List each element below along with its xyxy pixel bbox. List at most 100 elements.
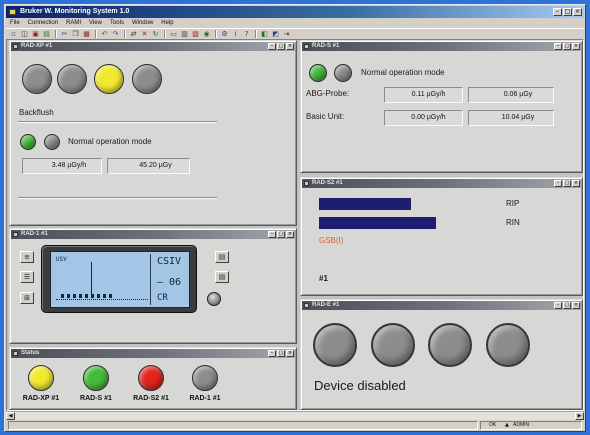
window-title-bar[interactable]: RAD-E #1 – □ × <box>302 301 581 310</box>
device-label[interactable]: RAD-1 #1 <box>177 394 233 403</box>
cut-icon[interactable]: ✂ <box>60 30 69 39</box>
list-icon[interactable]: ≡ <box>20 251 34 263</box>
minimize-button[interactable]: – <box>268 350 276 357</box>
scroll-right-icon[interactable]: ▶ <box>575 412 584 420</box>
indicator-lamp-3 <box>428 323 472 367</box>
copy-icon[interactable]: ❐ <box>71 30 80 39</box>
probe-window[interactable]: RAD-S #1 – □ × Normal operation mode ABG-P… <box>300 40 583 173</box>
maximize-button[interactable]: □ <box>277 43 285 50</box>
status-text: Normal operation mode <box>361 68 445 77</box>
tile-icon[interactable]: ◧ <box>260 30 269 39</box>
close-button[interactable]: × <box>572 43 580 50</box>
connect-icon[interactable]: ⇄ <box>129 30 138 39</box>
rin-level-fill <box>319 217 437 229</box>
close-button[interactable]: × <box>286 231 294 238</box>
device-lamp-4[interactable] <box>192 365 218 391</box>
maximize-button[interactable]: □ <box>563 43 571 50</box>
maximize-button[interactable]: □ <box>563 180 571 187</box>
close-button[interactable]: × <box>286 350 294 357</box>
device-label[interactable]: RAD-S #1 <box>68 394 124 403</box>
settings-icon[interactable]: ⚙ <box>220 30 229 39</box>
minimize-button[interactable]: – <box>268 43 276 50</box>
menu-item-connection[interactable]: Connection <box>28 18 58 28</box>
close-button[interactable]: × <box>572 302 580 309</box>
menu-item-file[interactable]: File <box>10 18 20 28</box>
menu-item-rami[interactable]: RAMI <box>66 18 81 28</box>
gsb-link[interactable]: GSB(I) <box>319 236 343 246</box>
indicator-lamp-4 <box>132 64 162 94</box>
redo-icon[interactable]: ↷ <box>111 30 120 39</box>
alarm-icon[interactable]: ◉ <box>202 30 211 39</box>
levels-window[interactable]: RAD-S2 #1 – □ × RIP RIN GSB(I) #1 <box>300 177 583 296</box>
dose-value: 45.20 µGy <box>107 158 190 174</box>
minimize-button[interactable]: – <box>554 43 562 50</box>
refresh-icon[interactable]: ↻ <box>151 30 160 39</box>
print-icon[interactable]: ▤ <box>42 30 51 39</box>
window-controls: – □ × <box>268 231 294 238</box>
minimize-button[interactable]: – <box>553 8 562 16</box>
maximize-button[interactable]: □ <box>563 8 572 16</box>
menu-item-view[interactable]: View <box>89 18 102 28</box>
table-icon[interactable]: ▥ <box>180 30 189 39</box>
user-name: ADMIN <box>513 422 530 428</box>
device-status-text: Device disabled <box>314 378 406 393</box>
disabled-device-window[interactable]: RAD-E #1 – □ × Device disabled <box>300 299 583 410</box>
basic-unit-dose-rate: 0.00 µGy/h <box>384 110 463 126</box>
devices-window[interactable]: Status – □ × RAD-XP #1 RAD-S #1 RAD-S2 #1 RAD… <box>9 347 297 410</box>
maximize-button[interactable]: □ <box>277 350 285 357</box>
page-up-icon[interactable]: ▤ <box>215 251 229 263</box>
page-down-icon[interactable]: ▤ <box>215 271 229 283</box>
close-button[interactable]: × <box>573 8 582 16</box>
grid-icon[interactable]: ⊞ <box>20 292 34 304</box>
status-text: Normal operation mode <box>68 137 152 146</box>
menu-item-help[interactable]: Help <box>161 18 173 28</box>
cascade-icon[interactable]: ◩ <box>271 30 280 39</box>
chart-icon[interactable]: ▨ <box>191 30 200 39</box>
indicator-lamp-2 <box>371 323 415 367</box>
new-icon[interactable]: ▫ <box>9 30 18 39</box>
close-button[interactable]: × <box>286 43 294 50</box>
open-icon[interactable]: ◫ <box>20 30 29 39</box>
close-button[interactable]: × <box>572 180 580 187</box>
monitor-icon[interactable]: ▭ <box>169 30 178 39</box>
disconnect-icon[interactable]: ✕ <box>140 30 149 39</box>
abg-probe-dose: 0.06 µGy <box>468 87 554 103</box>
toolbar: ▫ ◫ ▣ ▤ ✂ ❐ ▦ ↶ ↷ ⇄ ✕ ↻ ▭ ▥ ▨ ◉ ⚙ i? ◧ ◩ ⇥ <box>6 28 584 39</box>
horizontal-scrollbar[interactable]: ◀ ▶ <box>6 411 584 420</box>
knob-icon[interactable] <box>207 292 221 306</box>
window-title: Bruker W. Monitoring System 1.0 <box>20 8 130 15</box>
device-lamp-2[interactable] <box>83 365 109 391</box>
exit-icon[interactable]: ⇥ <box>282 30 291 39</box>
display-window[interactable]: RAD-1 #1 – □ × ≡ ☰ ⊞ USV CSIV – 06 CR ▤ ▤ <box>9 228 297 344</box>
info-icon[interactable]: i <box>231 30 240 39</box>
window-title-bar[interactable]: RAD-S #1 – □ × <box>302 42 581 51</box>
indicator-lamp-2 <box>57 64 87 94</box>
undo-icon[interactable]: ↶ <box>100 30 109 39</box>
maximize-button[interactable]: □ <box>563 302 571 309</box>
menu-icon[interactable]: ☰ <box>20 271 34 283</box>
menu-item-tools[interactable]: Tools <box>110 18 124 28</box>
device-label[interactable]: RAD-XP #1 <box>13 394 69 403</box>
maximize-button[interactable]: □ <box>277 231 285 238</box>
scroll-left-icon[interactable]: ◀ <box>6 412 15 420</box>
window-controls: – □ × <box>554 43 580 50</box>
title-bar[interactable]: Bruker W. Monitoring System 1.0 – □ × <box>6 6 584 18</box>
window-title-bar[interactable]: Status – □ × <box>11 349 295 358</box>
main-status-window[interactable]: RAD-XP #1 – □ × Backflush Normal operation… <box>9 40 297 226</box>
device-lamp-3[interactable] <box>138 365 164 391</box>
save-icon[interactable]: ▣ <box>31 30 40 39</box>
minimize-button[interactable]: – <box>268 231 276 238</box>
lcd-screen: USV CSIV – 06 CR <box>50 251 190 308</box>
minimize-button[interactable]: – <box>554 180 562 187</box>
window-title-bar[interactable]: RAD-1 #1 – □ × <box>11 230 295 239</box>
paste-icon[interactable]: ▦ <box>82 30 91 39</box>
help-icon[interactable]: ? <box>242 30 251 39</box>
window-title: RAD-XP #1 <box>21 43 53 49</box>
device-label[interactable]: RAD-S2 #1 <box>123 394 179 403</box>
device-lamp-1[interactable] <box>28 365 54 391</box>
row-label-abg-probe: ABG-Probe: <box>306 89 350 98</box>
minimize-button[interactable]: – <box>554 302 562 309</box>
window-title-bar[interactable]: RAD-XP #1 – □ × <box>11 42 295 51</box>
menu-item-window[interactable]: Window <box>132 18 153 28</box>
window-title-bar[interactable]: RAD-S2 #1 – □ × <box>302 179 581 188</box>
